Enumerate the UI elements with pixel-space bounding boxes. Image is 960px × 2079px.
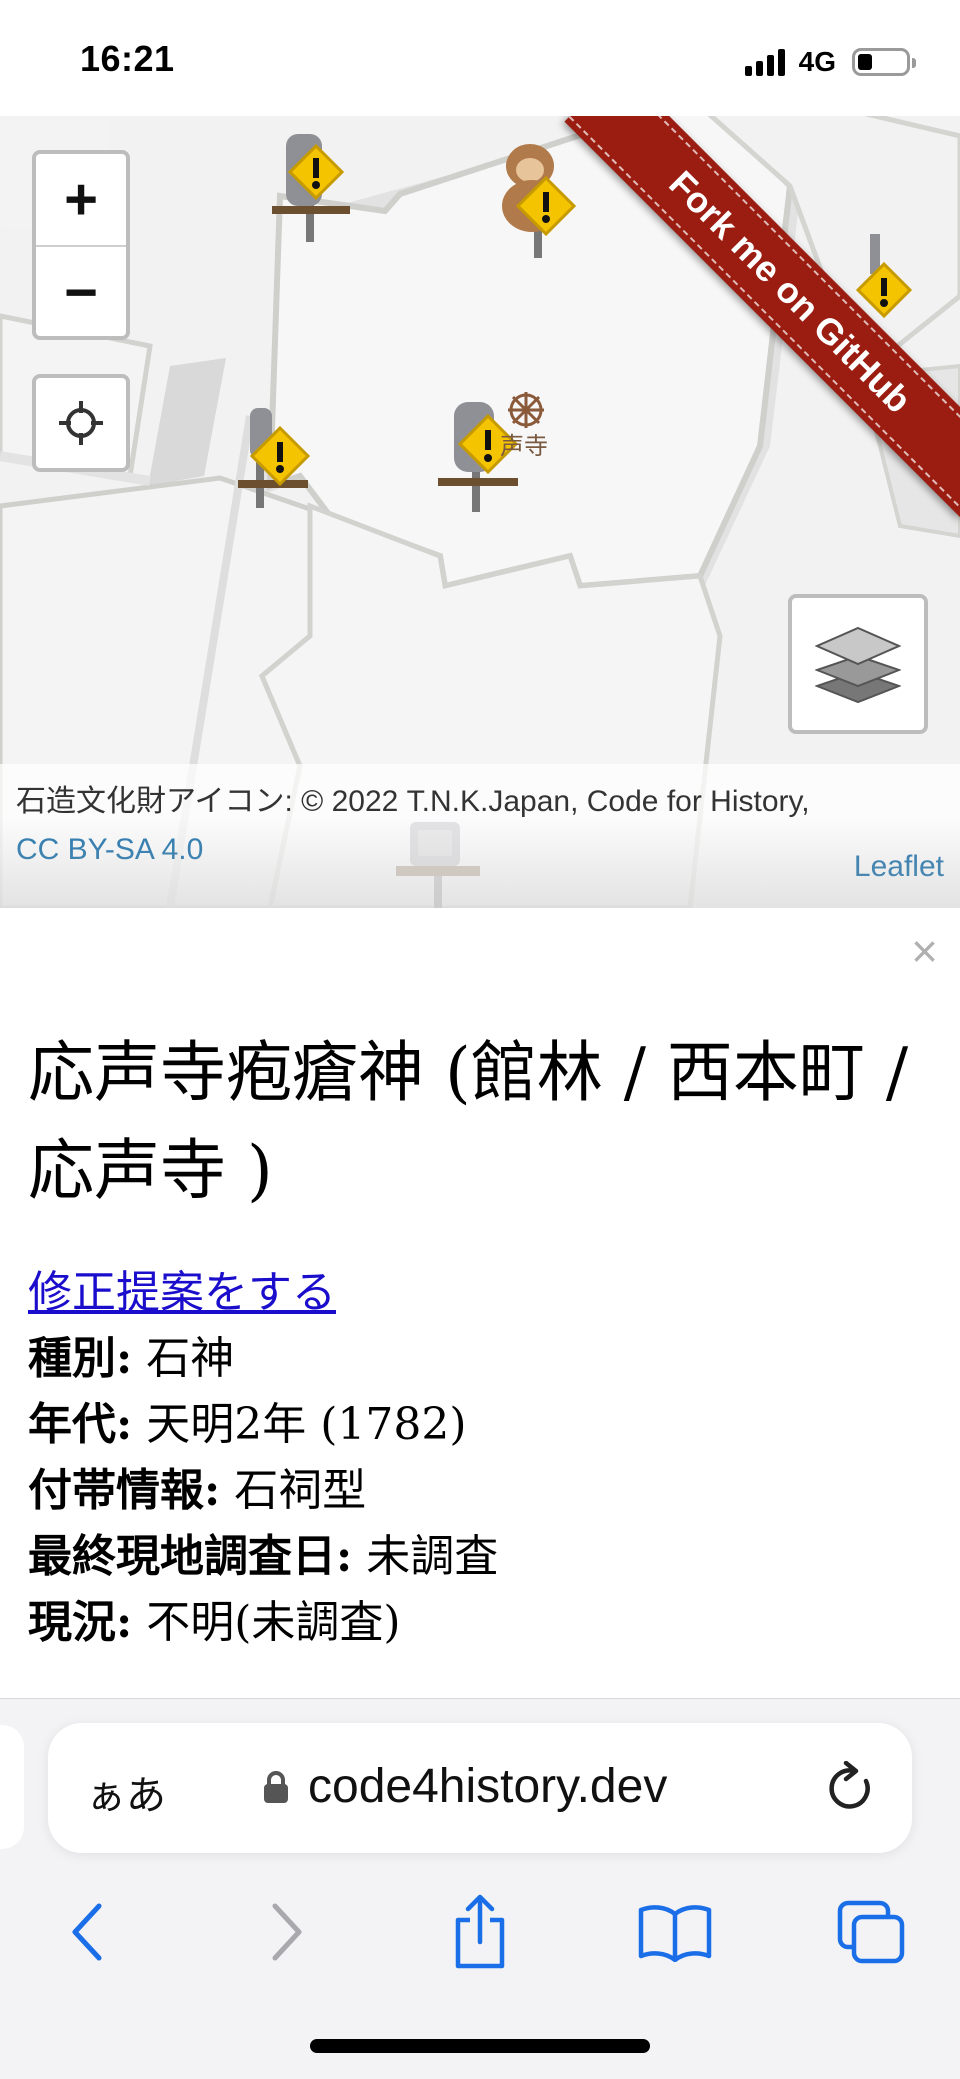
detail-label: 最終現地調査日: bbox=[28, 1531, 353, 1582]
layers-button[interactable] bbox=[788, 594, 928, 734]
zoom-out-icon: − bbox=[64, 260, 98, 325]
url-display[interactable]: code4history.dev bbox=[262, 1759, 667, 1814]
page-title: 応声寺疱瘡神 (館林 / 西本町 / 応声寺 ) bbox=[28, 1034, 909, 1209]
warning-marker-icon[interactable] bbox=[238, 402, 328, 512]
detail-row-type: 種別: 石神 bbox=[28, 1326, 928, 1392]
back-icon bbox=[72, 1903, 102, 1961]
forward-icon bbox=[272, 1903, 302, 1961]
lock-icon bbox=[264, 1770, 288, 1803]
detail-label: 付帯情報: bbox=[28, 1465, 221, 1516]
detail-value: 石神 bbox=[132, 1333, 235, 1384]
detail-value: 石祠型 bbox=[220, 1465, 367, 1516]
locate-button[interactable] bbox=[32, 374, 130, 472]
map-attribution: 石造文化財アイコン: © 2022 T.N.K.Japan, Code for … bbox=[0, 764, 960, 908]
detail-value: 天明2年 (1782) bbox=[132, 1399, 467, 1450]
zoom-control: + − bbox=[32, 150, 130, 340]
battery-icon bbox=[852, 48, 916, 76]
crosshair-icon bbox=[59, 401, 103, 445]
home-indicator[interactable] bbox=[310, 2039, 650, 2053]
dharma-wheel-icon bbox=[508, 392, 544, 428]
tabs-button[interactable] bbox=[826, 1887, 916, 1977]
share-button[interactable] bbox=[435, 1887, 525, 1977]
info-details: 修正提案をする 種別: 石神 年代: 天明2年 (1782) 付帯情報: 石祠型… bbox=[28, 1260, 928, 1656]
share-icon bbox=[455, 1894, 505, 1969]
close-panel-button[interactable]: × bbox=[911, 924, 938, 978]
detail-row-extra: 付帯情報: 石祠型 bbox=[28, 1458, 928, 1524]
zoom-out-button[interactable]: − bbox=[36, 247, 126, 338]
bookmarks-button[interactable] bbox=[630, 1887, 720, 1977]
browser-chrome: ぁあ code4history.dev bbox=[0, 1698, 960, 2079]
attribution-credit: 石造文化財アイコン: © 2022 T.N.K.Japan, Code for … bbox=[16, 785, 810, 818]
address-bar[interactable]: ぁあ code4history.dev bbox=[48, 1723, 912, 1853]
detail-label: 種別: bbox=[28, 1333, 133, 1384]
map[interactable]: 声寺 Fork me on GitHub + − 石造文化財アイコン: © 20… bbox=[0, 116, 960, 908]
detail-row-survey-date: 最終現地調査日: 未調査 bbox=[28, 1524, 928, 1590]
signal-icon bbox=[744, 48, 785, 76]
browser-toolbar bbox=[0, 1887, 960, 1977]
attribution-text: 石造文化財アイコン: © 2022 T.N.K.Japan, Code for … bbox=[16, 778, 916, 874]
bookmarks-icon bbox=[638, 1905, 712, 1962]
suggest-edit-link[interactable]: 修正提案をする bbox=[28, 1267, 336, 1318]
panel-scroll-fade bbox=[0, 1658, 960, 1698]
reload-icon[interactable] bbox=[826, 1761, 876, 1815]
monkey-marker-icon[interactable] bbox=[494, 136, 584, 262]
detail-row-status: 現況: 不明(未調査) bbox=[28, 1590, 928, 1656]
status-bar: 16:21 4G bbox=[0, 0, 960, 116]
leaflet-link[interactable]: Leaflet bbox=[854, 850, 944, 884]
url-text: code4history.dev bbox=[308, 1760, 668, 1813]
back-button[interactable] bbox=[42, 1887, 132, 1977]
zoom-in-icon: + bbox=[64, 167, 98, 232]
detail-row-era: 年代: 天明2年 (1782) bbox=[28, 1392, 928, 1458]
temple-map-label: 声寺 bbox=[500, 433, 548, 460]
info-panel: × 応声寺疱瘡神 (館林 / 西本町 / 応声寺 ) 修正提案をする 種別: 石… bbox=[0, 908, 960, 1698]
detail-value: 未調査 bbox=[352, 1531, 499, 1582]
tabs-icon bbox=[837, 1900, 905, 1964]
previous-tab-peek[interactable] bbox=[0, 1725, 24, 1849]
detail-label: 現況: bbox=[28, 1597, 133, 1648]
forward-button[interactable] bbox=[242, 1887, 332, 1977]
layers-icon bbox=[815, 626, 901, 704]
warning-marker-icon[interactable] bbox=[266, 122, 356, 244]
page-settings-button[interactable]: ぁあ bbox=[86, 1763, 166, 1821]
network-label: 4G bbox=[798, 46, 836, 77]
license-link[interactable]: CC BY-SA 4.0 bbox=[16, 833, 203, 866]
detail-value: 不明(未調査) bbox=[132, 1597, 401, 1648]
detail-label: 年代: bbox=[28, 1399, 133, 1450]
status-indicators: 4G bbox=[744, 42, 916, 82]
zoom-in-button[interactable]: + bbox=[36, 154, 126, 245]
status-time: 16:21 bbox=[80, 38, 175, 79]
